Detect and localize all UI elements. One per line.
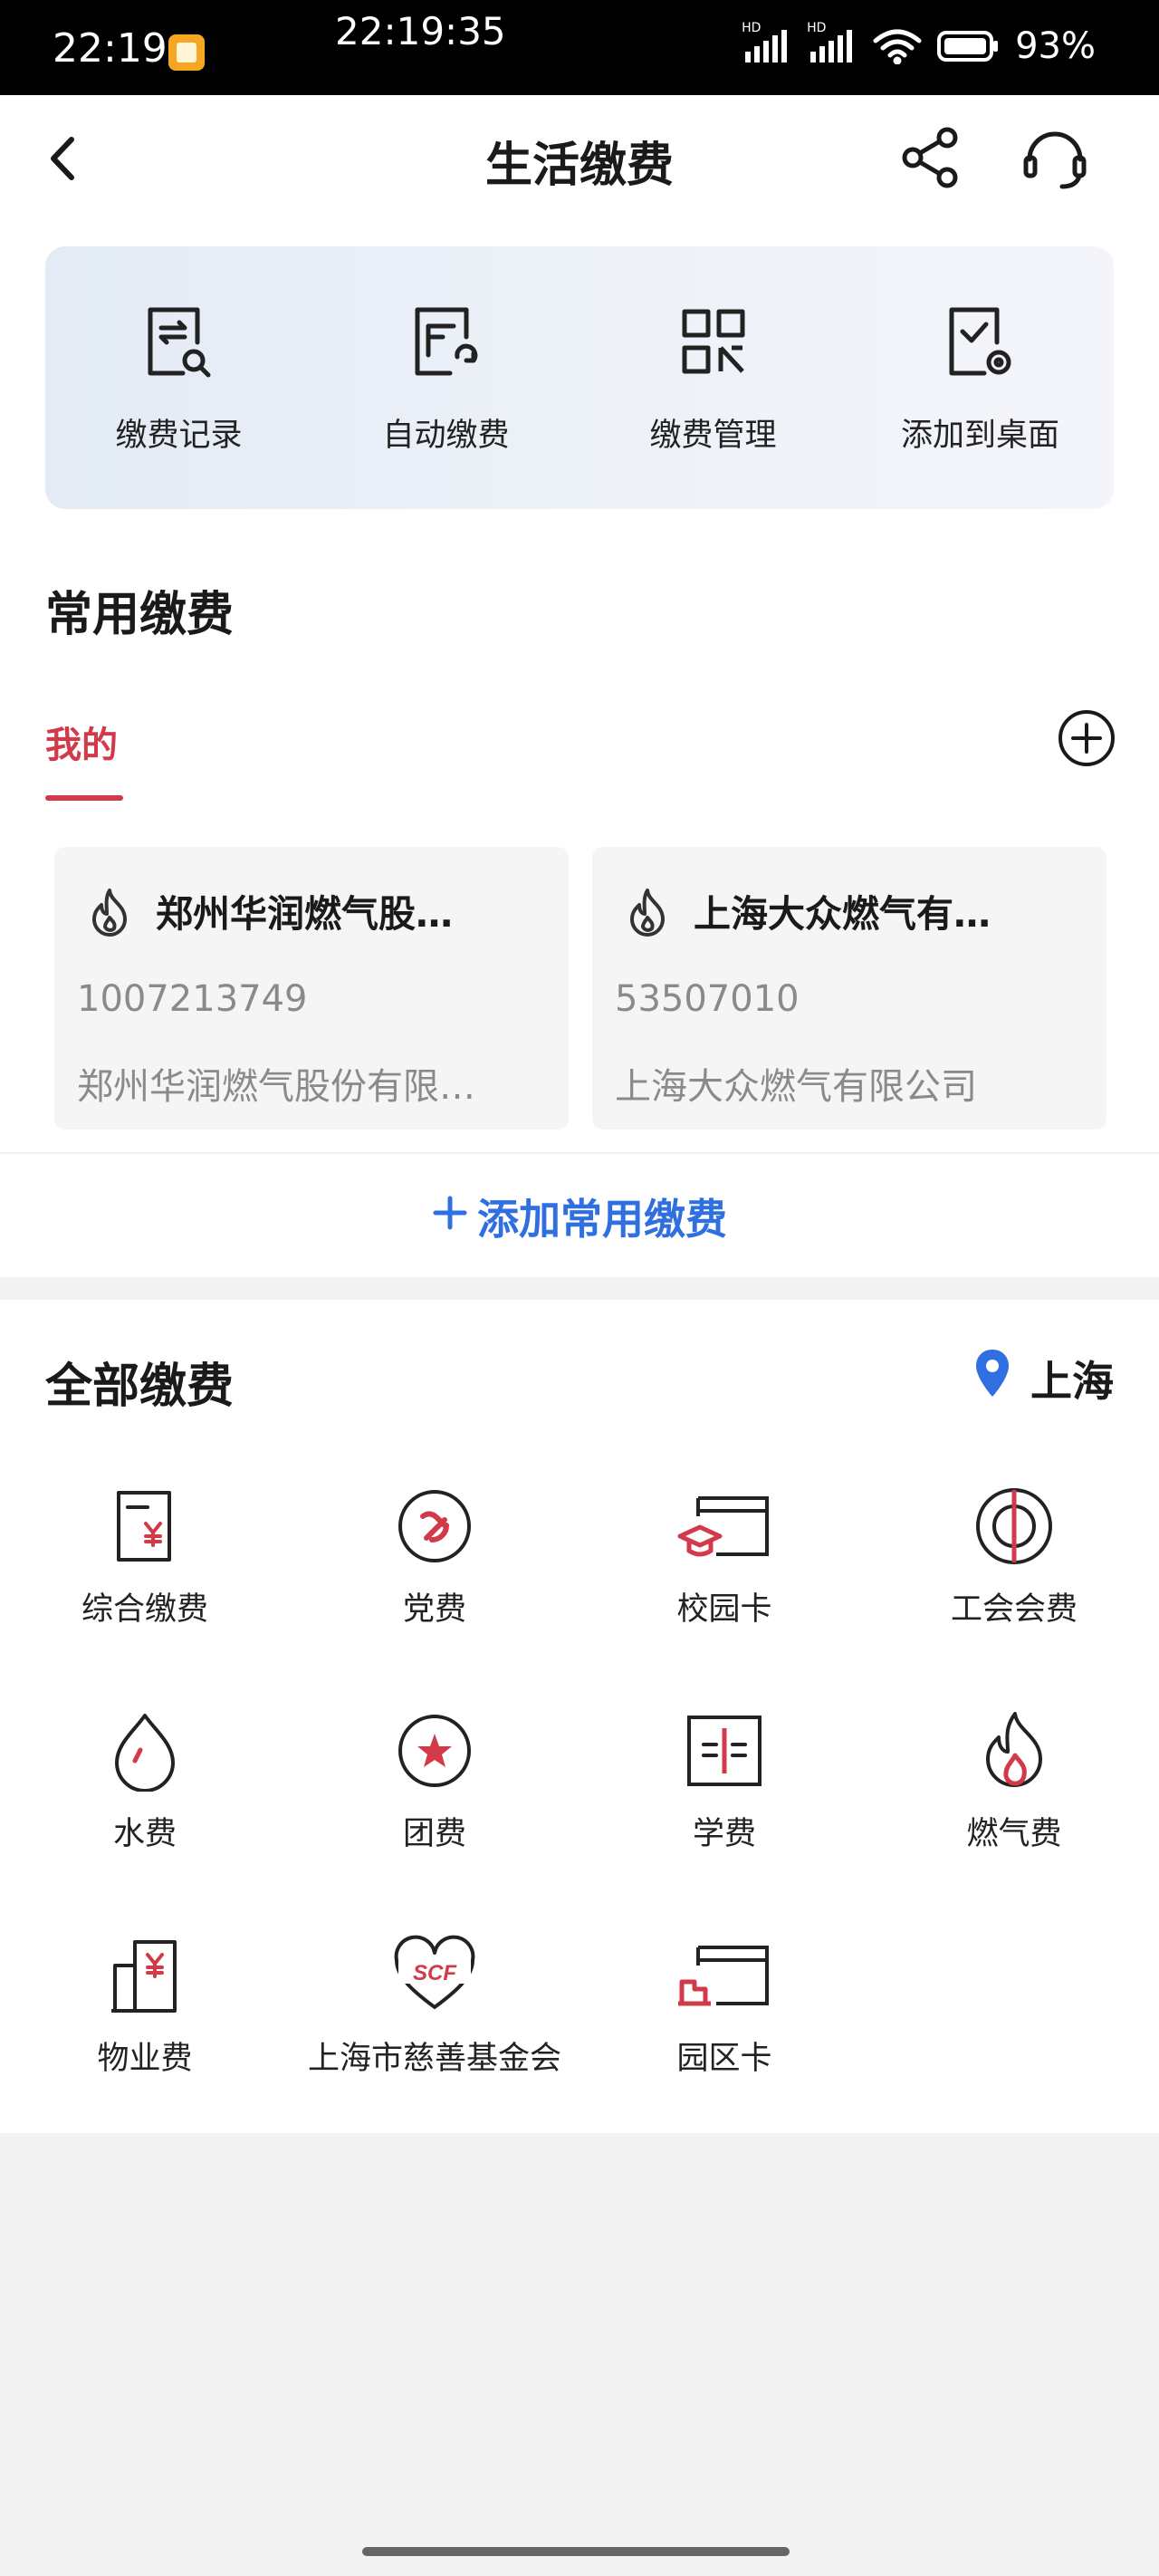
plus-icon	[432, 1192, 468, 1241]
league-star-icon	[290, 1710, 580, 1792]
payment-item-label: 物业费	[97, 2041, 193, 2077]
scf-heart-icon: SCF	[290, 1935, 580, 2016]
card-title: 上海大众燃气有…	[694, 892, 991, 936]
add-to-desktop-icon	[847, 301, 1114, 382]
flame-icon	[625, 887, 670, 941]
gas-flame-icon	[869, 1710, 1159, 1792]
campus-card-icon	[580, 1485, 869, 1567]
svg-text:SCF: SCF	[413, 1961, 457, 1985]
battery-level: 93%	[1015, 25, 1096, 67]
payment-item-label: 园区卡	[676, 2041, 772, 2077]
payment-item-label: 上海市慈善基金会	[307, 2041, 561, 2077]
qr-manage-icon	[580, 301, 847, 382]
tuition-book-icon	[580, 1710, 869, 1792]
notification-app-icon	[168, 34, 205, 71]
payment-item-label: 校园卡	[676, 1591, 772, 1628]
status-center-time: 22:19:35	[335, 9, 506, 53]
page-title: 生活缴费	[484, 139, 674, 193]
payment-item-label: 党费	[402, 1591, 466, 1628]
property-building-icon	[0, 1935, 290, 2016]
payment-item[interactable]: 水费	[0, 1710, 290, 1854]
quick-action-manage[interactable]: 缴费管理	[580, 301, 847, 456]
payment-item[interactable]: 园区卡	[580, 1935, 869, 2079]
payment-item[interactable]: 物业费	[0, 1935, 290, 2079]
payment-item[interactable]: 综合缴费	[0, 1485, 290, 1629]
payment-item[interactable]: 学费	[580, 1710, 869, 1854]
battery-icon	[937, 30, 1001, 62]
quick-action-auto-pay[interactable]: 自动缴费	[312, 301, 580, 456]
payment-item[interactable]: 校园卡	[580, 1485, 869, 1629]
flame-icon	[87, 887, 132, 941]
party-emblem-icon	[290, 1485, 580, 1567]
auto-pay-icon	[312, 301, 580, 382]
payment-item-label: 工会会费	[950, 1591, 1078, 1628]
location-selector[interactable]: 上海	[974, 1348, 1114, 1408]
card-company: 上海大众燃气有限公司	[615, 1066, 977, 1108]
payment-item-label: 团费	[402, 1816, 466, 1852]
tab-mine[interactable]: 我的	[45, 716, 118, 768]
all-section-title: 全部缴费	[45, 1360, 235, 1414]
location-text: 上海	[1030, 1356, 1114, 1406]
payment-item-label: 水费	[112, 1816, 177, 1852]
payment-item[interactable]: 团费	[290, 1710, 580, 1854]
wifi-icon	[872, 28, 923, 64]
status-time: 22:19	[53, 25, 168, 72]
status-indicators: HD HD 93%	[742, 21, 1096, 67]
common-payment-card[interactable]: 郑州华润燃气股… 1007213749 郑州华润燃气股份有限…	[54, 847, 569, 1129]
divider	[0, 1152, 1159, 1154]
signal-icon: HD	[742, 21, 792, 64]
payment-item-label: 学费	[692, 1816, 756, 1852]
status-bar: 22:19 22:19:35 HD HD 93%	[0, 0, 1159, 95]
water-drop-icon	[0, 1710, 290, 1792]
add-common-payment-button[interactable]: 添加常用缴费	[0, 1187, 1159, 1246]
share-icon[interactable]	[896, 123, 965, 196]
quick-actions-panel: 缴费记录 自动缴费 缴费管理 添加到桌面	[45, 246, 1114, 509]
union-emblem-icon	[869, 1485, 1159, 1567]
quick-action-add-desktop[interactable]: 添加到桌面	[847, 301, 1114, 456]
home-indicator[interactable]	[362, 2547, 790, 2556]
quick-action-label: 添加到桌面	[900, 418, 1059, 454]
payment-item[interactable]: 党费	[290, 1485, 580, 1629]
common-payment-card[interactable]: 上海大众燃气有… 53507010 上海大众燃气有限公司	[592, 847, 1106, 1129]
tab-indicator	[45, 795, 123, 801]
add-circle-icon[interactable]	[1057, 708, 1116, 772]
payment-item[interactable]: 燃气费	[869, 1710, 1159, 1854]
common-section-title: 常用缴费	[45, 588, 235, 642]
quick-action-label: 缴费管理	[649, 418, 777, 454]
payment-item-label: 燃气费	[966, 1816, 1062, 1852]
customer-service-icon[interactable]	[1019, 123, 1091, 199]
payment-item[interactable]: 工会会费	[869, 1485, 1159, 1629]
payment-item-label: 综合缴费	[81, 1591, 208, 1628]
location-pin-icon	[974, 1348, 1011, 1408]
add-common-label: 添加常用缴费	[477, 1195, 727, 1244]
card-account-number: 53507010	[615, 978, 800, 1020]
card-title: 郑州华润燃气股…	[156, 892, 453, 936]
park-card-icon	[580, 1935, 869, 2016]
quick-action-payment-record[interactable]: 缴费记录	[45, 301, 312, 456]
quick-action-label: 自动缴费	[382, 418, 510, 454]
card-account-number: 1007213749	[77, 978, 308, 1020]
bill-yen-icon	[0, 1485, 290, 1567]
payment-item[interactable]: SCF 上海市慈善基金会	[290, 1935, 580, 2079]
signal-icon: HD	[807, 21, 857, 64]
payment-record-icon	[45, 301, 312, 382]
quick-action-label: 缴费记录	[115, 418, 243, 454]
card-company: 郑州华润燃气股份有限…	[77, 1066, 475, 1108]
